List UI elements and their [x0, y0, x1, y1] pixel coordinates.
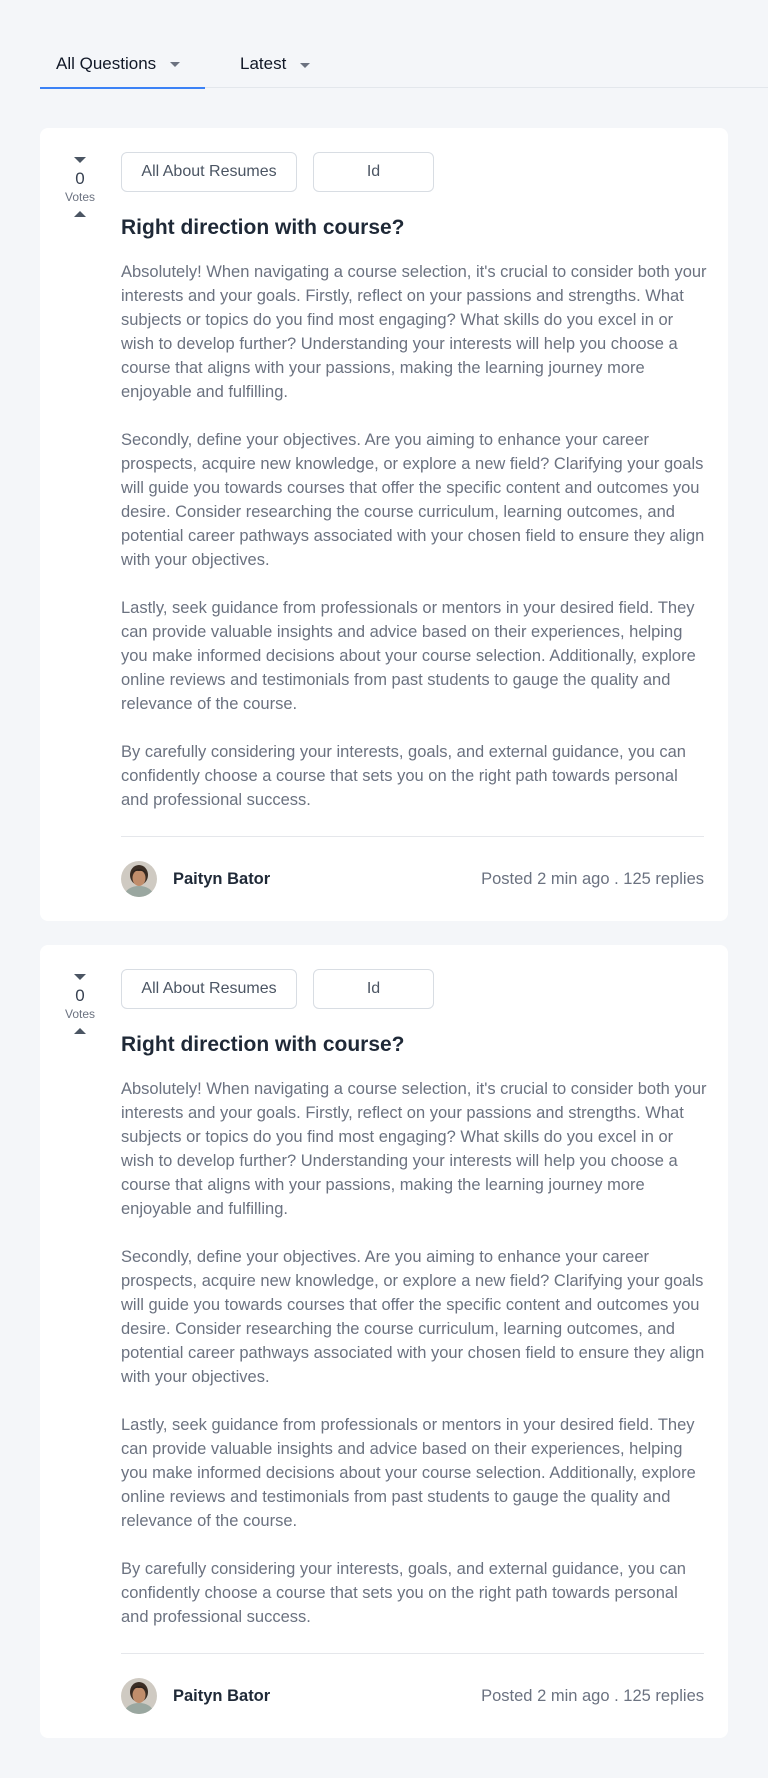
- question-card: 0 Votes All About Resumes Id Right direc…: [40, 128, 728, 921]
- sort-filter-dropdown[interactable]: Latest: [240, 40, 340, 88]
- author-name[interactable]: Paityn Bator: [173, 1687, 270, 1706]
- vote-panel: 0 Votes: [40, 154, 120, 220]
- author-name[interactable]: Paityn Bator: [173, 870, 270, 889]
- vote-label: Votes: [64, 1007, 96, 1021]
- post-footer: Paityn Bator Posted 2 min ago . 125 repl…: [121, 1678, 704, 1714]
- upvote-button[interactable]: [73, 210, 87, 220]
- vote-count: 0: [75, 169, 85, 188]
- question-title[interactable]: Right direction with course?: [121, 1033, 405, 1057]
- caret-up-icon: [74, 211, 86, 217]
- tag-list: All About Resumes Id: [121, 152, 434, 192]
- body-paragraph: By carefully considering your interests,…: [121, 743, 686, 809]
- body-paragraph: Absolutely! When navigating a course sel…: [121, 1080, 707, 1218]
- divider: [121, 836, 704, 837]
- caret-up-icon: [74, 1028, 86, 1034]
- downvote-button[interactable]: [73, 971, 87, 981]
- vote-panel: 0 Votes: [40, 971, 120, 1037]
- avatar[interactable]: [121, 1678, 157, 1714]
- vote-count: 0: [75, 986, 85, 1005]
- downvote-button[interactable]: [73, 154, 87, 164]
- caret-down-icon: [74, 974, 86, 980]
- body-paragraph: Secondly, define your objectives. Are yo…: [121, 431, 705, 569]
- question-title[interactable]: Right direction with course?: [121, 216, 405, 240]
- caret-down-icon: [74, 157, 86, 163]
- chevron-down-icon: [300, 62, 311, 68]
- body-paragraph: Secondly, define your objectives. Are yo…: [121, 1248, 705, 1386]
- tag-list: All About Resumes Id: [121, 969, 434, 1009]
- tag[interactable]: All About Resumes: [121, 969, 297, 1009]
- avatar[interactable]: [121, 861, 157, 897]
- body-paragraph: Lastly, seek guidance from professionals…: [121, 1416, 696, 1530]
- category-filter-dropdown[interactable]: All Questions: [40, 40, 205, 89]
- filter-bar: All Questions Latest: [40, 40, 768, 89]
- vote-label: Votes: [64, 190, 96, 204]
- question-card: 0 Votes All About Resumes Id Right direc…: [40, 945, 728, 1738]
- body-paragraph: Lastly, seek guidance from professionals…: [121, 599, 696, 713]
- tag[interactable]: Id: [313, 969, 434, 1009]
- body-paragraph: Absolutely! When navigating a course sel…: [121, 263, 707, 401]
- post-footer: Paityn Bator Posted 2 min ago . 125 repl…: [121, 861, 704, 897]
- tag[interactable]: Id: [313, 152, 434, 192]
- post-meta: Posted 2 min ago . 125 replies: [481, 1686, 704, 1705]
- question-body: Absolutely! When navigating a course sel…: [121, 1077, 709, 1653]
- question-body: Absolutely! When navigating a course sel…: [121, 260, 709, 836]
- sort-filter-label: Latest: [240, 54, 287, 73]
- body-paragraph: By carefully considering your interests,…: [121, 1560, 686, 1626]
- chevron-down-icon: [170, 62, 181, 67]
- upvote-button[interactable]: [73, 1027, 87, 1037]
- tag[interactable]: All About Resumes: [121, 152, 297, 192]
- post-meta: Posted 2 min ago . 125 replies: [481, 869, 704, 888]
- divider: [121, 1653, 704, 1654]
- category-filter-label: All Questions: [56, 53, 157, 73]
